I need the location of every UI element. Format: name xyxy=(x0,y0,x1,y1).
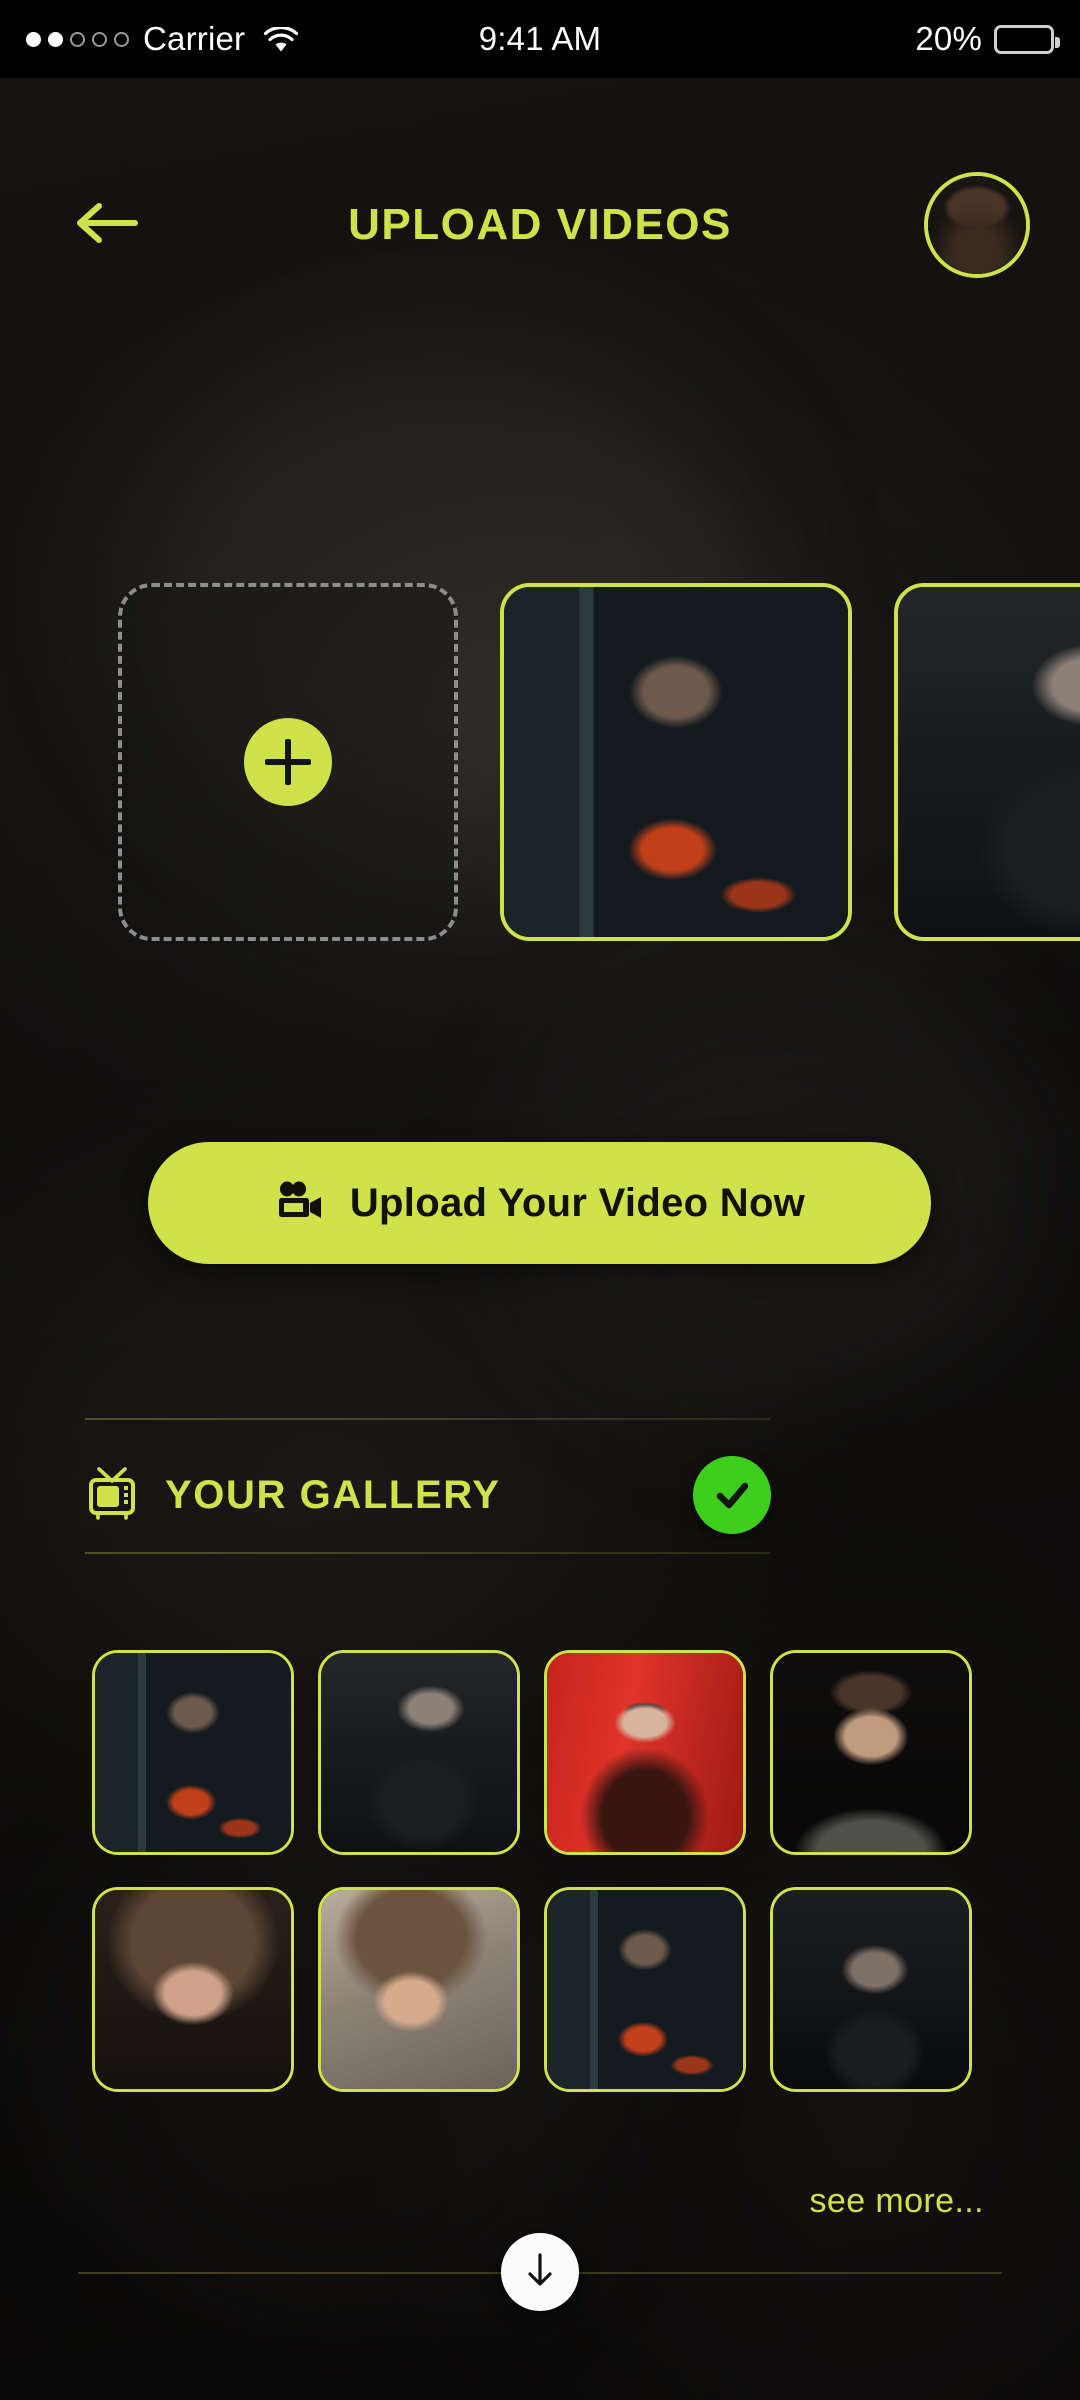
page-title: UPLOAD VIDEOS xyxy=(348,200,732,249)
avatar-image xyxy=(928,176,1026,274)
gallery-divider-bottom xyxy=(85,1552,770,1554)
gallery-row xyxy=(92,1887,988,2092)
gallery-thumb-4[interactable] xyxy=(770,1650,972,1855)
scroll-down-button[interactable] xyxy=(501,2233,579,2311)
gallery-thumb-3[interactable] xyxy=(544,1650,746,1855)
gallery-thumb-2[interactable] xyxy=(318,1650,520,1855)
gallery-grid xyxy=(92,1650,988,2092)
signal-strength-icon xyxy=(26,31,129,47)
plus-icon[interactable] xyxy=(244,718,332,806)
tv-icon xyxy=(85,1465,139,1526)
gallery-title: YOUR GALLERY xyxy=(165,1472,501,1517)
gallery-thumb-8[interactable] xyxy=(770,1887,972,2092)
gallery-divider-top xyxy=(85,1418,770,1420)
gallery-header: YOUR GALLERY xyxy=(85,1440,771,1550)
see-more-link[interactable]: see more... xyxy=(810,2182,984,2221)
thumb-image xyxy=(773,1653,969,1852)
video-carousel[interactable] xyxy=(0,578,1080,946)
upload-video-button[interactable]: Upload Your Video Now xyxy=(148,1142,931,1264)
gallery-thumb-6[interactable] xyxy=(318,1887,520,2092)
wifi-icon xyxy=(263,25,299,53)
back-button[interactable] xyxy=(66,197,146,253)
video-camera-icon xyxy=(274,1181,324,1226)
avatar[interactable] xyxy=(924,172,1030,278)
battery-icon xyxy=(994,24,1060,54)
gallery-row xyxy=(92,1650,988,1855)
thumb-image xyxy=(95,1890,291,2089)
app-header: UPLOAD VIDEOS xyxy=(0,160,1080,290)
thumb-image xyxy=(547,1890,743,2089)
thumb-image xyxy=(321,1890,517,2089)
gallery-thumb-5[interactable] xyxy=(92,1887,294,2092)
carrier-label: Carrier xyxy=(143,20,246,57)
gallery-thumb-7[interactable] xyxy=(544,1887,746,2092)
check-circle-icon[interactable] xyxy=(693,1456,771,1534)
add-video-card[interactable] xyxy=(118,583,458,941)
video-thumb-glasses-man[interactable] xyxy=(894,583,1080,941)
thumb-image xyxy=(95,1653,291,1852)
status-bar: Carrier 9:41 AM 20% xyxy=(0,0,1080,78)
gallery-thumb-1[interactable] xyxy=(92,1650,294,1855)
status-bar-right: 20% xyxy=(915,20,1060,58)
thumb-image xyxy=(547,1653,743,1852)
arrow-down-icon xyxy=(523,2250,557,2295)
video-thumb-image xyxy=(898,587,1080,937)
app-screen: Carrier 9:41 AM 20% UPLOAD VIDEOS Upload… xyxy=(0,0,1080,2400)
battery-percent-label: 20% xyxy=(915,20,982,57)
status-bar-left: Carrier xyxy=(26,20,299,58)
thumb-image xyxy=(773,1890,969,2089)
video-thumb-image xyxy=(504,587,848,937)
upload-video-button-label: Upload Your Video Now xyxy=(349,1180,806,1225)
video-thumb-superman[interactable] xyxy=(500,583,852,941)
arrow-left-icon xyxy=(71,199,141,252)
thumb-image xyxy=(321,1653,517,1852)
